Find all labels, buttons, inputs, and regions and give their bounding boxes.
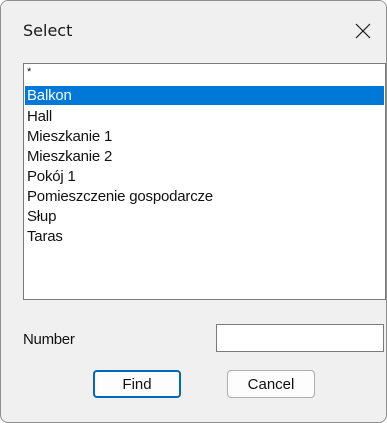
title-bar: Select (1, 1, 386, 57)
list-item[interactable]: Słup (25, 207, 384, 226)
list-item[interactable]: Pokój 1 (25, 167, 384, 186)
close-button[interactable] (340, 11, 386, 51)
list-item[interactable]: Mieszkanie 2 (25, 147, 384, 166)
cancel-button[interactable]: Cancel (227, 370, 315, 398)
list-item-selected[interactable]: Balkon (25, 86, 384, 105)
close-icon (355, 23, 371, 39)
dialog-title: Select (23, 21, 73, 40)
list-item[interactable]: Mieszkanie 1 (25, 127, 384, 146)
list-item[interactable]: * (25, 66, 384, 79)
list-item[interactable]: Pomieszczenie gospodarcze (25, 187, 384, 206)
select-dialog: Select * Balkon Hall Mieszkanie 1 Mieszkanie… (0, 0, 387, 423)
list-item[interactable]: Hall (25, 107, 384, 126)
number-label: Number (23, 331, 75, 348)
list-item[interactable]: Taras (25, 227, 384, 246)
number-input[interactable] (216, 324, 384, 352)
find-button[interactable]: Find (93, 370, 181, 398)
items-listbox[interactable]: * Balkon Hall Mieszkanie 1 Mieszkanie 2 Pokój… (23, 63, 386, 300)
